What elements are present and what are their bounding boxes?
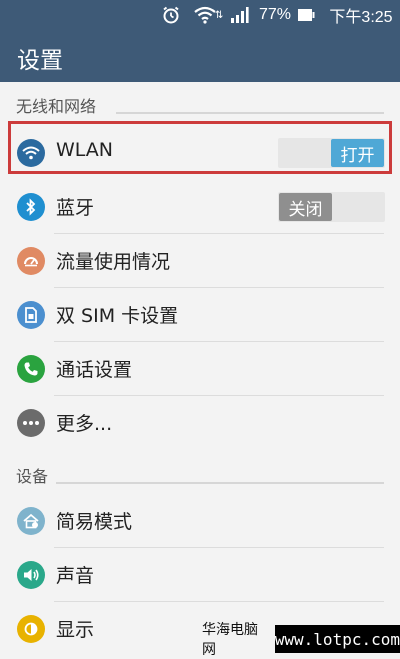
- sim-card-icon: [17, 301, 45, 329]
- settings-item-bluetooth[interactable]: 蓝牙 关闭: [0, 180, 400, 234]
- settings-item-label: 双 SIM 卡设置: [56, 305, 179, 327]
- settings-item-label: 更多...: [56, 413, 113, 435]
- bluetooth-icon: [17, 193, 45, 221]
- settings-item-wlan[interactable]: WLAN 打开: [0, 126, 400, 180]
- status-time: 下午3:25: [329, 9, 393, 26]
- section-divider: [116, 112, 384, 114]
- settings-item-label: 流量使用情况: [56, 251, 171, 273]
- section-title: 无线和网络: [16, 97, 97, 116]
- settings-item-label: 简易模式: [56, 511, 133, 533]
- settings-item-label: WLAN: [56, 139, 114, 161]
- settings-item-easy-mode[interactable]: 简易模式: [0, 494, 400, 548]
- toggle-state: 打开: [331, 139, 384, 167]
- data-transfer-icon: ⇅: [214, 9, 224, 21]
- battery-icon: [296, 5, 316, 25]
- watermark-text: 华海电脑网: [196, 622, 275, 658]
- settings-item-label: 通话设置: [56, 359, 133, 381]
- toggle-state: 关闭: [279, 193, 332, 221]
- more-icon: [17, 409, 45, 437]
- settings-item-more[interactable]: 更多...: [0, 396, 400, 450]
- settings-item-data-usage[interactable]: 流量使用情况: [0, 234, 400, 288]
- settings-item-dual-sim[interactable]: 双 SIM 卡设置: [0, 288, 400, 342]
- status-bar: ⇅ 77% 下午3:25: [0, 0, 400, 30]
- settings-item-call-settings[interactable]: 通话设置: [0, 342, 400, 396]
- section-divider: [56, 482, 384, 484]
- settings-item-label: 显示: [56, 619, 95, 641]
- section-header-wireless: 无线和网络: [0, 90, 400, 120]
- watermark-url: www.lotpc.com: [274, 625, 400, 653]
- app-bar: 设置: [0, 30, 400, 82]
- section-header-device: 设备: [0, 460, 400, 490]
- wlan-toggle[interactable]: 打开: [278, 138, 385, 168]
- cell-signal-icon: [228, 5, 250, 25]
- watermark: 华海电脑网 www.lotpc.com: [196, 622, 400, 658]
- phone-icon: [17, 355, 45, 383]
- sound-icon: [17, 561, 45, 589]
- settings-item-sound[interactable]: 声音: [0, 548, 400, 602]
- display-icon: [17, 615, 45, 643]
- battery-percent: 77%: [258, 6, 292, 23]
- settings-item-label: 声音: [56, 565, 95, 587]
- alarm-icon: [160, 5, 182, 25]
- easy-mode-icon: [17, 507, 45, 535]
- settings-item-label: 蓝牙: [56, 197, 95, 219]
- wifi-icon: [17, 139, 45, 167]
- section-title: 设备: [16, 467, 49, 486]
- page-title: 设置: [17, 48, 63, 74]
- bluetooth-toggle[interactable]: 关闭: [278, 192, 385, 222]
- data-usage-icon: [17, 247, 45, 275]
